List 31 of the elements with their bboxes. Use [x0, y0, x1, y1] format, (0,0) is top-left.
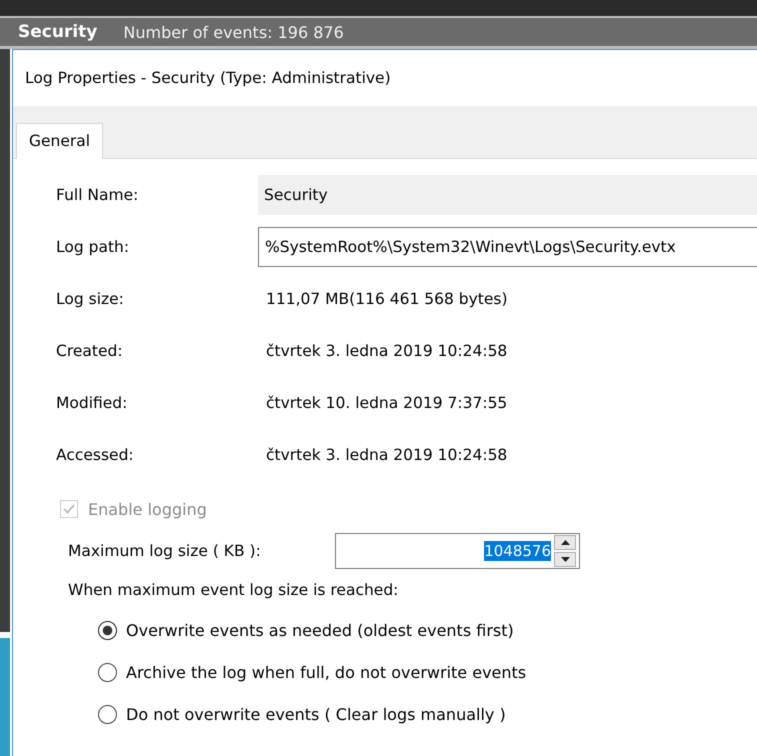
radio-button[interactable]: [98, 620, 117, 640]
checkbox-label: Enable logging: [88, 500, 207, 518]
property-value: 111,07 MB(116 461 568 bytes): [265, 290, 508, 308]
radio-button[interactable]: [98, 662, 117, 682]
radio-label: Archive the log when full, do not overwrite events: [126, 662, 526, 682]
property-label: Full Name:: [56, 186, 140, 204]
check-icon: [62, 502, 76, 516]
property-label: Accessed:: [56, 446, 135, 464]
property-label: Modified:: [56, 394, 128, 412]
property-value: čtvrtek 3. ledna 2019 10:24:58: [265, 342, 508, 360]
readonly-field: Security: [258, 175, 757, 215]
property-label: Created:: [56, 342, 124, 360]
spin-up-button[interactable]: [554, 535, 576, 550]
log-title: Security: [18, 22, 98, 42]
spin-down-button[interactable]: [554, 552, 576, 567]
max-size-label: Maximum log size ( KB ):: [68, 542, 262, 560]
log-path-field[interactable]: %SystemRoot%\System32\Winevt\Logs\Security.evtx: [258, 227, 757, 267]
tab[interactable]: General: [16, 123, 104, 159]
spin-field[interactable]: 1048576: [335, 533, 580, 569]
radio-button[interactable]: [98, 704, 117, 724]
radio-label: Overwrite events as needed (oldest events first): [126, 620, 514, 640]
property-value: čtvrtek 3. ledna 2019 10:24:58: [265, 446, 508, 464]
radio-label: Do not overwrite events ( Clear logs manually ): [126, 704, 506, 724]
up-arrow-icon: [560, 540, 570, 545]
event-count: Number of events: 196 876: [123, 22, 344, 42]
policy-label: When maximum event log size is reached:: [68, 581, 400, 599]
property-label: Log path:: [56, 238, 130, 256]
property-value: čtvrtek 10. ledna 2019 7:37:55: [265, 394, 508, 412]
down-arrow-icon: [560, 557, 570, 562]
property-label: Log size:: [56, 290, 125, 308]
dialog-title: Log Properties - Security (Type: Administrative): [25, 69, 391, 87]
